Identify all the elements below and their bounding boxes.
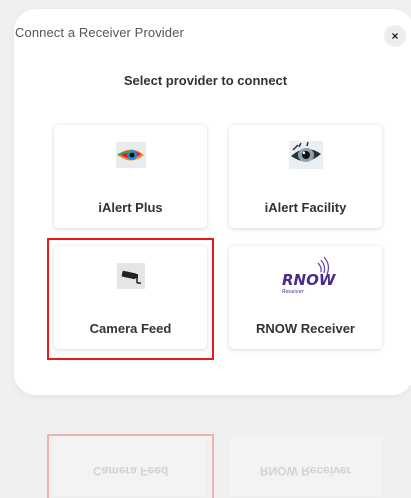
eye-color-icon — [114, 140, 148, 170]
provider-label: iAlert Plus — [98, 200, 163, 215]
dialog-reflection: Camera Feed RNOW Receiver — [0, 398, 411, 498]
rnow-logo-text: RNOW — [282, 271, 337, 289]
reflection-outline — [47, 434, 214, 498]
reflection-label: RNOW Receiver — [259, 464, 352, 478]
close-button[interactable]: × — [384, 25, 406, 47]
reflection-card: RNOW Receiver — [229, 436, 382, 496]
rnow-logo-subtext: Receiver — [282, 289, 305, 295]
security-camera-icon — [114, 261, 148, 291]
provider-card-ialert-facility[interactable]: iAlert Facility — [229, 125, 382, 228]
dialog-title: Connect a Receiver Provider — [15, 25, 184, 40]
eye-dark-icon — [288, 140, 323, 170]
provider-card-camera-feed[interactable]: Camera Feed — [54, 246, 207, 349]
provider-label: iAlert Facility — [264, 200, 347, 215]
provider-label: RNOW Receiver — [256, 321, 355, 336]
rnow-logo-icon: RNOW Receiver — [266, 256, 346, 295]
provider-card-ialert-plus[interactable]: iAlert Plus — [54, 125, 207, 228]
provider-card-rnow-receiver[interactable]: RNOW Receiver RNOW Receiver — [229, 246, 382, 349]
provider-label: Camera Feed — [89, 321, 172, 336]
dialog-subtitle: Select provider to connect — [123, 73, 288, 88]
